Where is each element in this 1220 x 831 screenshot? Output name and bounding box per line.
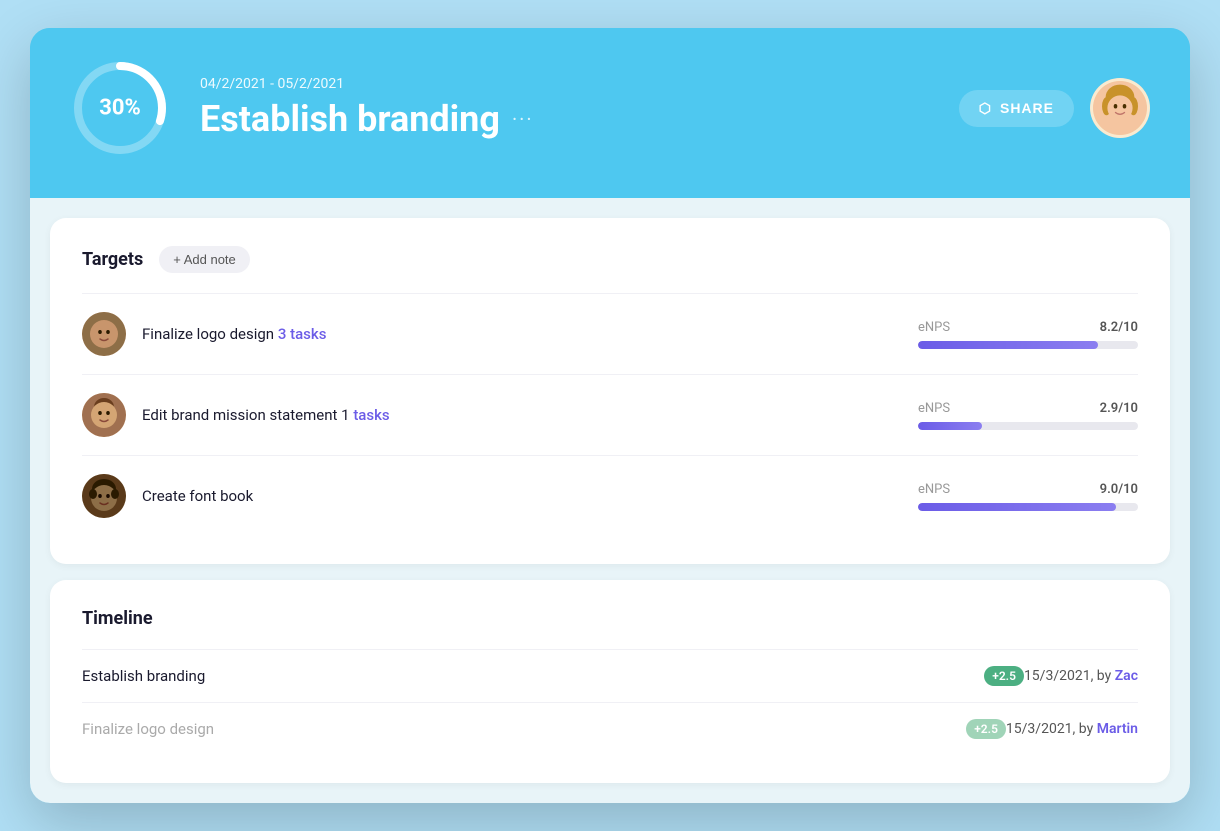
- progress-bar-bg-3: [918, 503, 1138, 511]
- target-link-2[interactable]: tasks: [353, 406, 389, 424]
- enps-label-3: eNPS: [918, 482, 950, 497]
- timeline-badge-2: +2.5: [966, 719, 1006, 739]
- target-name-2: Edit brand mission statement 1 tasks: [142, 406, 918, 424]
- header-title-row: Establish branding ···: [200, 98, 929, 140]
- add-note-button[interactable]: + Add note: [159, 246, 250, 273]
- share-icon: ⬡: [979, 100, 992, 117]
- timeline-item-2: Finalize logo design +2.5 15/3/2021, by …: [82, 702, 1138, 755]
- metric-score-3: 9.0/10: [1100, 482, 1138, 497]
- header: 30% 04/2/2021 - 05/2/2021 Establish bran…: [30, 28, 1190, 198]
- progress-bar-fill-2: [918, 422, 982, 430]
- timeline-item-1: Establish branding +2.5 15/3/2021, by Za…: [82, 649, 1138, 702]
- enps-label-2: eNPS: [918, 401, 950, 416]
- target-avatar-1: [82, 312, 126, 356]
- dots-menu-icon[interactable]: ···: [512, 107, 534, 131]
- avatar: [1090, 78, 1150, 138]
- timeline-by-name-2: Martin: [1097, 721, 1138, 737]
- timeline-name-2: Finalize logo design: [82, 720, 956, 738]
- timeline-header: Timeline: [82, 608, 1138, 629]
- target-metric-1: eNPS 8.2/10: [918, 320, 1138, 349]
- metric-score-1: 8.2/10: [1100, 320, 1138, 335]
- target-name-1: Finalize logo design 3 tasks: [142, 325, 918, 343]
- metric-header-1: eNPS 8.2/10: [918, 320, 1138, 335]
- progress-bar-fill-1: [918, 341, 1098, 349]
- target-name-3: Create font book: [142, 487, 918, 505]
- header-info: 04/2/2021 - 05/2/2021 Establish branding…: [200, 76, 929, 140]
- share-button[interactable]: ⬡ SHARE: [959, 90, 1074, 127]
- header-actions: ⬡ SHARE: [959, 78, 1150, 138]
- targets-title: Targets: [82, 249, 143, 270]
- progress-bar-fill-3: [918, 503, 1116, 511]
- share-label: SHARE: [1000, 100, 1054, 116]
- app-container: 30% 04/2/2021 - 05/2/2021 Establish bran…: [30, 28, 1190, 803]
- target-metric-2: eNPS 2.9/10: [918, 401, 1138, 430]
- progress-percent-text: 30%: [99, 96, 141, 121]
- timeline-date-1: 15/3/2021, by Zac: [1024, 668, 1138, 684]
- target-item-3: Create font book eNPS 9.0/10: [82, 455, 1138, 536]
- timeline-badge-1: +2.5: [984, 666, 1024, 686]
- targets-card: Targets + Add note Finalize logo design: [50, 218, 1170, 564]
- timeline-by-name-1: Zac: [1115, 668, 1138, 684]
- progress-bar-bg-1: [918, 341, 1138, 349]
- target-item: Finalize logo design 3 tasks eNPS 8.2/10: [82, 293, 1138, 374]
- enps-label-1: eNPS: [918, 320, 950, 335]
- target-metric-3: eNPS 9.0/10: [918, 482, 1138, 511]
- targets-header: Targets + Add note: [82, 246, 1138, 273]
- date-range: 04/2/2021 - 05/2/2021: [200, 76, 929, 92]
- progress-ring: 30%: [70, 58, 170, 158]
- timeline-card: Timeline Establish branding +2.5 15/3/20…: [50, 580, 1170, 783]
- page-title: Establish branding: [200, 98, 500, 140]
- timeline-title: Timeline: [82, 608, 153, 629]
- target-avatar-2: [82, 393, 126, 437]
- target-avatar-3: [82, 474, 126, 518]
- metric-header-3: eNPS 9.0/10: [918, 482, 1138, 497]
- timeline-name-1: Establish branding: [82, 667, 974, 685]
- target-item-2: Edit brand mission statement 1 tasks eNP…: [82, 374, 1138, 455]
- metric-header-2: eNPS 2.9/10: [918, 401, 1138, 416]
- timeline-date-2: 15/3/2021, by Martin: [1006, 721, 1138, 737]
- metric-score-2: 2.9/10: [1100, 401, 1138, 416]
- target-link-1[interactable]: 3 tasks: [278, 325, 327, 343]
- progress-bar-bg-2: [918, 422, 1138, 430]
- content-area: Targets + Add note Finalize logo design: [30, 198, 1190, 803]
